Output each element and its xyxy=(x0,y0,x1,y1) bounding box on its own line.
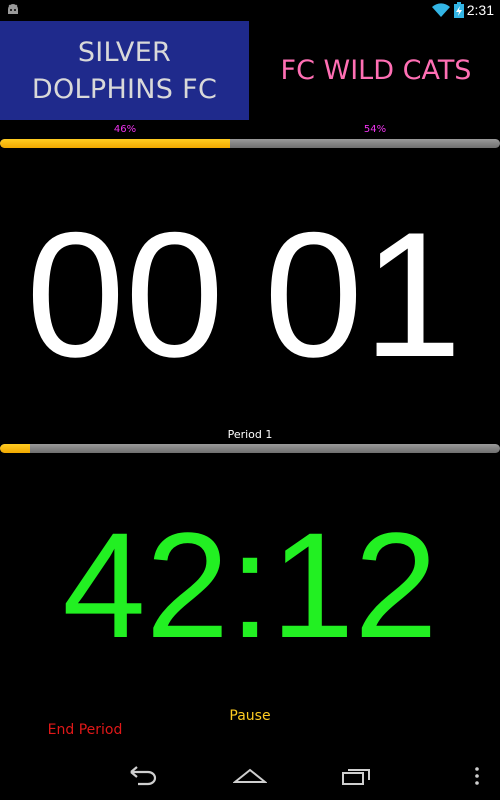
away-team-name: FC WILD CATS xyxy=(280,55,472,86)
end-period-button[interactable]: End Period xyxy=(40,722,130,738)
away-possession-percent: 54% xyxy=(363,124,387,135)
possession-bar xyxy=(0,139,500,148)
battery-charging-icon xyxy=(454,2,464,18)
wifi-icon xyxy=(432,3,450,17)
home-team-name: SILVER DOLPHINS FC xyxy=(31,36,218,105)
recents-icon[interactable] xyxy=(341,766,373,786)
period-label: Period 1 xyxy=(227,428,273,441)
status-time: 2:31 xyxy=(466,2,494,18)
period-progress-fill xyxy=(0,444,30,453)
home-possession-percent: 46% xyxy=(113,124,137,135)
possession-bar-fill xyxy=(0,139,230,148)
away-score[interactable]: 01 xyxy=(238,200,488,390)
android-icon xyxy=(8,4,18,14)
navigation-bar xyxy=(0,752,500,800)
home-score[interactable]: 00 xyxy=(0,200,250,390)
period-progress-bar xyxy=(0,444,500,453)
status-bar: 2:31 xyxy=(0,0,500,20)
pause-button[interactable]: Pause xyxy=(200,708,300,724)
back-icon[interactable] xyxy=(128,766,158,786)
home-icon[interactable] xyxy=(233,766,267,786)
home-team-panel[interactable]: SILVER DOLPHINS FC xyxy=(0,21,249,120)
away-team-panel[interactable]: FC WILD CATS xyxy=(252,21,500,120)
overflow-menu-icon[interactable] xyxy=(474,766,480,786)
game-timer[interactable]: 42:12 xyxy=(0,505,500,665)
